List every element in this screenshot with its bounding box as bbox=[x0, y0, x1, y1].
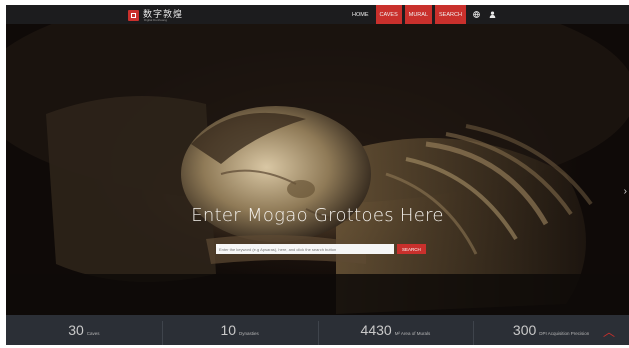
stat-murals: 4430 M² Area of Murals bbox=[317, 315, 474, 345]
scroll-top-icon[interactable]: ︿ bbox=[603, 323, 615, 340]
globe-icon[interactable] bbox=[469, 5, 485, 24]
search-icon bbox=[216, 244, 220, 248]
stat-value: 4430 bbox=[360, 322, 392, 338]
hero-search: SEARCH bbox=[216, 244, 426, 254]
logo-mark-icon bbox=[128, 9, 139, 21]
search-button-label: SEARCH bbox=[402, 246, 421, 252]
page-frame: 数字敦煌 Digital Dunhuang HOME CAVES MURAL S… bbox=[6, 5, 629, 345]
user-icon[interactable] bbox=[485, 5, 501, 24]
stat-unit: DPI Acquisition Precision bbox=[539, 330, 590, 336]
nav-search[interactable]: SEARCH bbox=[435, 5, 466, 24]
hero-banner: Enter Mogao Grottoes Here SEARCH › bbox=[6, 24, 629, 315]
nav-home[interactable]: HOME bbox=[348, 5, 373, 24]
hero-title: Enter Mogao Grottoes Here bbox=[191, 205, 444, 226]
next-slide-icon[interactable]: › bbox=[624, 186, 627, 197]
stat-unit: Caves bbox=[86, 330, 100, 336]
nav-caves[interactable]: CAVES bbox=[375, 5, 402, 24]
site-logo[interactable]: 数字敦煌 Digital Dunhuang bbox=[128, 8, 183, 22]
stat-unit: M² Area of Murals bbox=[394, 330, 431, 336]
stats-bar: 30 Caves 10 Dynasties 4430 M² Area of Mu… bbox=[6, 315, 629, 345]
main-nav: HOME CAVES MURAL SEARCH bbox=[348, 5, 501, 24]
top-navigation-bar: 数字敦煌 Digital Dunhuang HOME CAVES MURAL S… bbox=[6, 5, 629, 24]
stat-value: 30 bbox=[68, 322, 84, 338]
stat-value: 10 bbox=[220, 322, 237, 338]
stat-value: 300 bbox=[512, 322, 537, 338]
logo-subtitle: Digital Dunhuang bbox=[144, 18, 168, 22]
nav-mural[interactable]: MURAL bbox=[404, 5, 433, 24]
stat-unit: Dynasties bbox=[239, 330, 259, 336]
stat-dynasties: 10 Dynasties bbox=[161, 315, 318, 345]
search-button[interactable]: SEARCH bbox=[216, 244, 426, 254]
reclining-buddha-image bbox=[6, 24, 629, 315]
search-input[interactable] bbox=[216, 244, 394, 254]
stat-caves: 30 Caves bbox=[6, 315, 162, 345]
